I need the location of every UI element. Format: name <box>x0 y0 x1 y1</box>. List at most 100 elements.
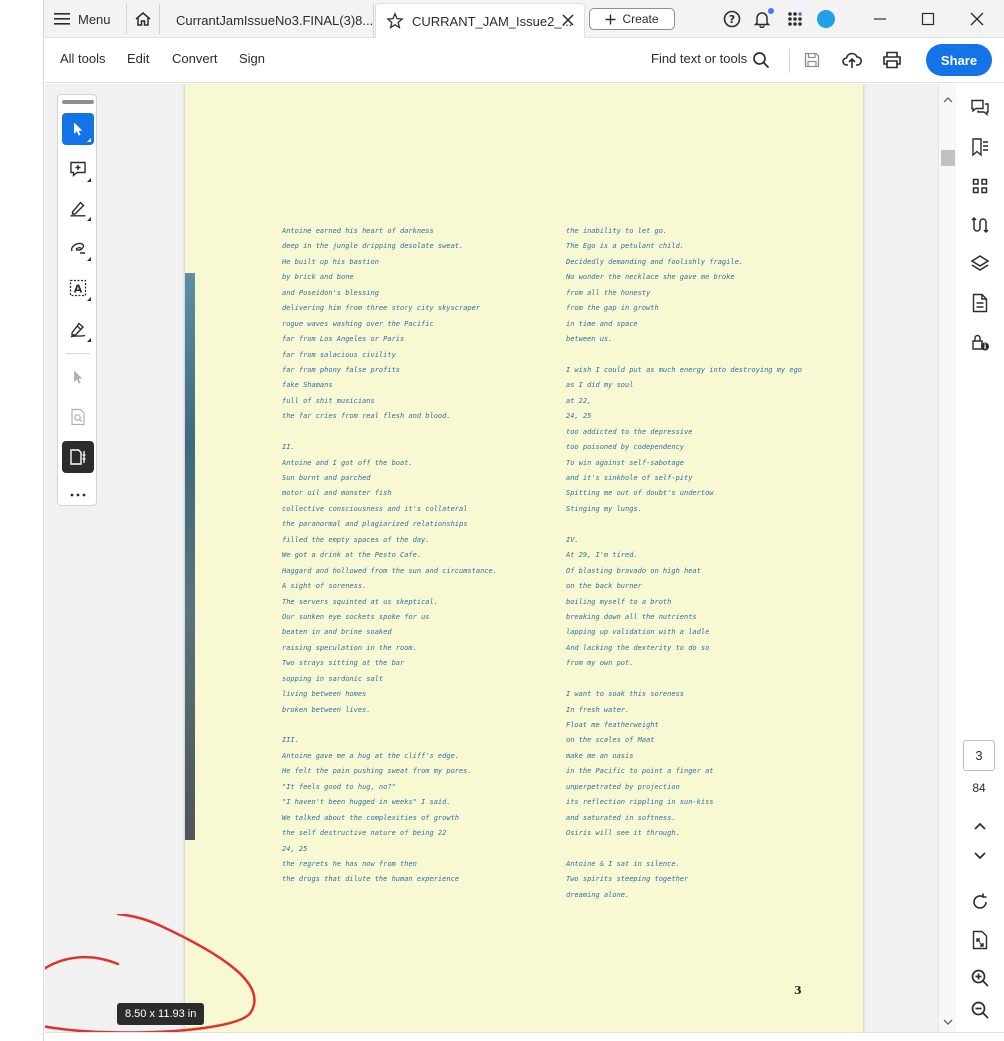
poem-line: Antoine earned his heart of darkness <box>282 227 434 235</box>
scrollbar-thumb[interactable] <box>941 150 955 166</box>
page-settings-icon <box>70 449 86 465</box>
star-icon[interactable] <box>386 12 404 30</box>
maximize-button[interactable] <box>916 7 940 31</box>
poem-line <box>566 517 846 532</box>
layers-panel-button[interactable] <box>968 252 992 276</box>
poem-line: motor oil and monster fish <box>282 489 392 498</box>
comments-panel-button[interactable] <box>968 96 992 120</box>
poem-line: Sun burnt and parched <box>282 474 371 482</box>
zoom-in-button[interactable] <box>968 966 992 990</box>
more-horizontal-icon <box>70 493 86 497</box>
user-avatar[interactable] <box>816 9 836 29</box>
current-page-input[interactable]: 3 <box>963 740 995 771</box>
close-window-button[interactable] <box>965 7 989 31</box>
organize-icon <box>971 216 989 234</box>
poem-line: unperpetrated by projection <box>566 782 680 791</box>
previous-page-button[interactable] <box>968 814 992 838</box>
poem-line: broken between lives. <box>282 705 371 714</box>
rotate-button[interactable] <box>968 890 992 914</box>
grid-icon <box>972 178 988 194</box>
help-icon[interactable]: ? <box>722 9 742 29</box>
tab-close-icon[interactable] <box>562 14 574 26</box>
avatar-icon <box>817 10 835 28</box>
text-box-icon: A <box>69 279 87 297</box>
next-page-button[interactable] <box>968 844 992 868</box>
poem-line: Two spirits steeping together <box>566 875 689 884</box>
minimize-icon <box>874 18 886 20</box>
poem-line: IV. <box>566 535 579 544</box>
fit-page-icon <box>972 930 988 950</box>
menu-button[interactable]: Menu <box>54 7 111 31</box>
text-recognition-tool-button[interactable]: A <box>62 272 94 304</box>
bell-icon[interactable] <box>752 8 774 29</box>
document-properties-button[interactable] <box>968 291 992 315</box>
poem-line: between us. <box>566 335 613 344</box>
freehand-draw-icon <box>70 242 85 254</box>
poem-line: I want to soak this soreness <box>566 690 685 699</box>
scroll-up-arrow-icon[interactable] <box>942 94 954 106</box>
poem-line <box>566 842 846 857</box>
pdf-page: Antoine earned his heart of darkness deep… <box>185 84 863 1032</box>
marquee-zoom-tool-button[interactable] <box>62 401 94 433</box>
highlight-tool-button[interactable] <box>62 192 94 224</box>
poem-line: full of shit musicians <box>282 396 375 405</box>
tab-currantjam-issue3[interactable]: CurrantJamIssueNo3.FINAL(3)8... <box>164 3 374 38</box>
poem-line: Float me featherweight <box>566 721 659 729</box>
poem-line: filled the empty spaces of the day. <box>282 535 430 544</box>
menu-edit[interactable]: Edit <box>127 51 149 66</box>
poem-line: the inability to let go. <box>566 227 668 235</box>
draw-tool-button[interactable] <box>62 232 94 264</box>
cover-image-edge <box>185 273 195 840</box>
poem-line: delivering him from three story city sky… <box>282 304 481 313</box>
minimize-button[interactable] <box>868 7 892 31</box>
poem-line: from my own pot. <box>566 659 634 668</box>
menu-sign[interactable]: Sign <box>239 51 265 66</box>
home-icon <box>135 12 151 26</box>
add-comment-tool-button[interactable] <box>62 153 94 185</box>
poem-line: "It feels good to hug, no?" <box>282 782 396 791</box>
document-workspace: A Antoine earned his heart of darkness de… <box>45 84 938 1032</box>
home-button[interactable] <box>126 4 160 34</box>
select-tool-button[interactable] <box>62 113 94 145</box>
poem-line: the drugs that dilute the human experien… <box>282 875 460 884</box>
right-sidebar: 3 84 <box>956 84 1004 1032</box>
apps-grid-icon[interactable] <box>785 9 805 29</box>
poem-line: far from phony false profits <box>282 365 401 374</box>
tab-currant-jam-issue2[interactable]: CURRANT_JAM_Issue2_... <box>375 3 585 38</box>
poem-line: He felt the pain pushing sweat from my p… <box>282 767 472 776</box>
customize-tools-button[interactable] <box>62 441 94 473</box>
fit-page-button[interactable] <box>968 928 992 952</box>
organize-pages-button[interactable] <box>968 213 992 237</box>
poem-line: the far cries from real flesh and blood. <box>282 412 451 421</box>
search-icon[interactable] <box>750 49 772 71</box>
poem-line: in the Pacific to point a finger at <box>566 767 714 776</box>
print-icon[interactable] <box>881 49 903 71</box>
chevron-down-icon <box>974 852 986 860</box>
zoom-out-button[interactable] <box>968 998 992 1022</box>
save-icon[interactable] <box>801 49 823 71</box>
bookmarks-panel-button[interactable] <box>968 135 992 159</box>
layers-icon <box>970 255 990 271</box>
poem-left-column: Antoine earned his heart of darkness deep… <box>282 224 562 888</box>
poem-line: far from Los Angeles or Paris <box>282 335 405 344</box>
poem-line: sopping in sardonic salt <box>282 674 384 683</box>
thumbnails-panel-button[interactable] <box>968 174 992 198</box>
poem-line: We talked about the complexities of grow… <box>282 813 460 822</box>
vertical-scrollbar[interactable] <box>938 84 956 1032</box>
menu-convert[interactable]: Convert <box>172 51 218 66</box>
accessibility-info-button[interactable] <box>968 330 992 354</box>
menu-all-tools[interactable]: All tools <box>60 51 106 66</box>
panel-drag-handle[interactable] <box>62 100 94 104</box>
share-button[interactable]: Share <box>926 44 992 76</box>
poem-line: living between homes <box>282 690 367 699</box>
chevron-up-icon <box>974 822 986 830</box>
poem-line: boiling myself to a broth <box>566 597 672 606</box>
create-button[interactable]: Create <box>589 8 675 30</box>
sign-tool-button[interactable] <box>62 313 94 345</box>
cloud-upload-icon[interactable] <box>841 49 863 71</box>
more-tools-button[interactable] <box>62 479 94 511</box>
pointer-tool-button[interactable] <box>62 361 94 393</box>
find-text-or-tools[interactable]: Find text or tools <box>651 51 747 66</box>
scroll-down-arrow-icon[interactable] <box>942 1016 954 1028</box>
poem-line: I wish I could put as much energy into d… <box>566 365 803 374</box>
